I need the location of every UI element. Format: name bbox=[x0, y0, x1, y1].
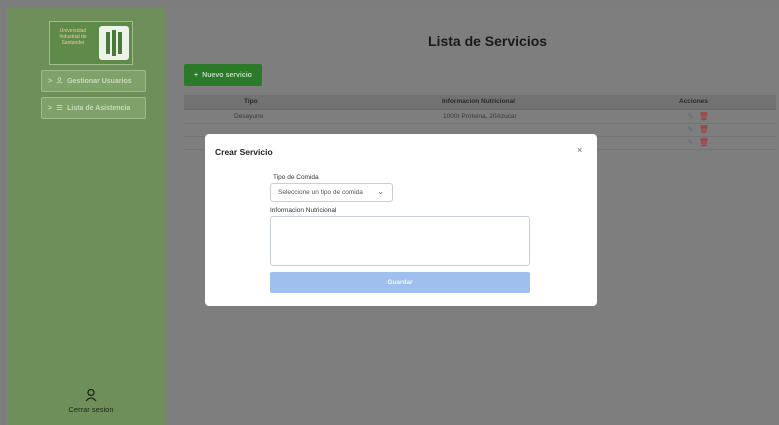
sidebar-item-gestionar-usuarios[interactable]: > Gestionar Usuarios bbox=[41, 70, 146, 92]
food-type-label: Tipo de Comida bbox=[273, 174, 319, 181]
list-icon bbox=[56, 104, 63, 113]
sidebar-item-label: Lista de Asistencia bbox=[67, 104, 131, 112]
cell-info: 1000r Proteina, 20Azucar bbox=[443, 113, 517, 120]
new-service-button[interactable]: + Nuevo servicio bbox=[184, 64, 262, 86]
sidebar-item-lista-asistencia[interactable]: > Lista de Asistencia bbox=[41, 97, 146, 119]
column-header-acciones: Acciones bbox=[679, 98, 708, 105]
row-actions: ✎ 🗑 bbox=[687, 112, 709, 121]
sidebar-item-label: Gestionar Usuarios bbox=[67, 77, 132, 85]
table-row: Desayuno 1000r Proteina, 20Azucar ✎ 🗑 bbox=[184, 111, 776, 124]
column-header-tipo: Tipo bbox=[244, 98, 258, 105]
row-actions: ✎ 🗑 bbox=[687, 138, 709, 147]
nutrition-textarea[interactable] bbox=[270, 216, 530, 266]
user-icon bbox=[84, 388, 98, 402]
edit-icon[interactable]: ✎ bbox=[687, 138, 694, 147]
delete-icon[interactable]: 🗑 bbox=[699, 125, 709, 134]
plus-icon: + bbox=[194, 71, 199, 79]
row-actions: ✎ 🗑 bbox=[687, 125, 709, 134]
logo-text: Universidad Industrial de Santander bbox=[59, 28, 87, 46]
food-type-selected: Seleccione un tipo de comida bbox=[278, 189, 363, 196]
chevron-down-icon: ⌄ bbox=[377, 187, 384, 196]
delete-icon[interactable]: 🗑 bbox=[699, 138, 709, 147]
new-service-label: Nuevo servicio bbox=[202, 71, 252, 79]
chevron-right-icon: > bbox=[48, 104, 53, 112]
table-header: Tipo Informacion Nutricional Acciones bbox=[184, 95, 776, 110]
chevron-right-icon: > bbox=[48, 77, 53, 85]
sidebar: Universidad Industrial de Santander > Ge… bbox=[7, 7, 165, 425]
create-service-modal: Crear Servicio × Tipo de Comida Seleccio… bbox=[205, 134, 597, 306]
cell-tipo: Desayuno bbox=[234, 113, 264, 120]
logout-label: Cerrar sesion bbox=[68, 405, 114, 414]
edit-icon[interactable]: ✎ bbox=[687, 112, 694, 121]
food-type-select[interactable]: Seleccione un tipo de comida ⌄ bbox=[270, 183, 393, 202]
column-header-informacion: Informacion Nutricional bbox=[442, 98, 515, 105]
page-title: Lista de Servicios bbox=[428, 33, 548, 49]
save-button[interactable]: Guardar bbox=[270, 272, 530, 293]
logout-button[interactable]: Cerrar sesion bbox=[51, 388, 131, 414]
user-icon bbox=[56, 76, 63, 86]
delete-icon[interactable]: 🗑 bbox=[699, 112, 709, 121]
university-logo: Universidad Industrial de Santander bbox=[49, 21, 133, 65]
shield-logo-icon bbox=[99, 26, 129, 60]
nutrition-label: Informacion Nutricional bbox=[270, 207, 337, 214]
close-icon[interactable]: × bbox=[577, 145, 582, 155]
edit-icon[interactable]: ✎ bbox=[687, 125, 694, 134]
modal-title: Crear Servicio bbox=[215, 147, 273, 157]
